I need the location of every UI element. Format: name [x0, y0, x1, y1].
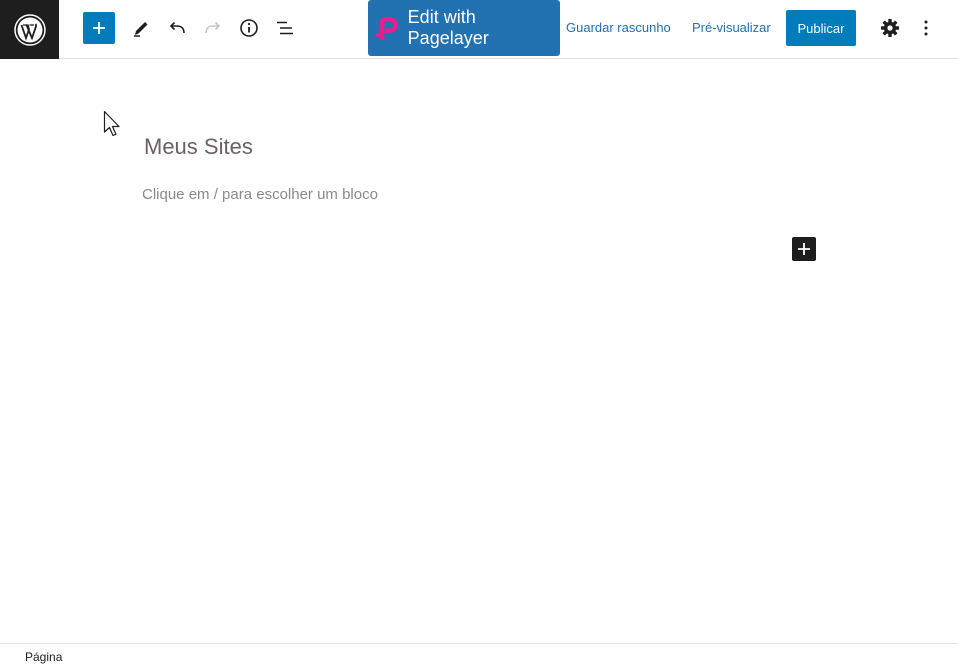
- save-draft-button[interactable]: Guardar rascunho: [566, 20, 671, 35]
- pagelayer-logo-icon: [375, 17, 398, 40]
- details-button[interactable]: [233, 12, 265, 44]
- undo-icon: [169, 21, 185, 34]
- editor-footer: Página: [0, 643, 958, 667]
- breadcrumb[interactable]: Página: [25, 650, 62, 664]
- wordpress-logo-button[interactable]: [0, 0, 59, 59]
- undo-button[interactable]: [161, 12, 193, 44]
- redo-button[interactable]: [197, 12, 229, 44]
- settings-button[interactable]: [874, 12, 906, 44]
- info-icon: [240, 19, 258, 37]
- gear-icon: [881, 19, 899, 37]
- edit-with-pagelayer-label: Edit with Pagelayer: [407, 7, 489, 48]
- block-inserter-button[interactable]: [83, 12, 115, 44]
- tools-button[interactable]: [125, 12, 157, 44]
- post-title[interactable]: Meus Sites: [144, 134, 253, 160]
- mouse-pointer-icon: [103, 110, 120, 137]
- add-block-button[interactable]: [792, 237, 816, 261]
- options-button[interactable]: [910, 12, 942, 44]
- more-vertical-icon: [924, 20, 928, 36]
- publish-label: Publicar: [797, 20, 845, 36]
- plus-icon: [798, 243, 810, 255]
- list-view-button[interactable]: [269, 12, 301, 44]
- wordpress-logo-icon: [13, 13, 46, 46]
- redo-icon: [205, 21, 221, 34]
- pencil-icon: [134, 22, 148, 37]
- preview-button[interactable]: Pré-visualizar: [692, 20, 771, 35]
- publish-button[interactable]: Publicar: [786, 10, 856, 46]
- edit-with-pagelayer-button[interactable]: Edit with Pagelayer: [368, 0, 560, 56]
- editor-header: Edit with Pagelayer Guardar rascunho Pré…: [0, 0, 958, 59]
- list-view-icon: [277, 21, 293, 35]
- block-appender-placeholder[interactable]: Clique em / para escolher um bloco: [142, 186, 378, 203]
- plus-icon: [93, 22, 105, 34]
